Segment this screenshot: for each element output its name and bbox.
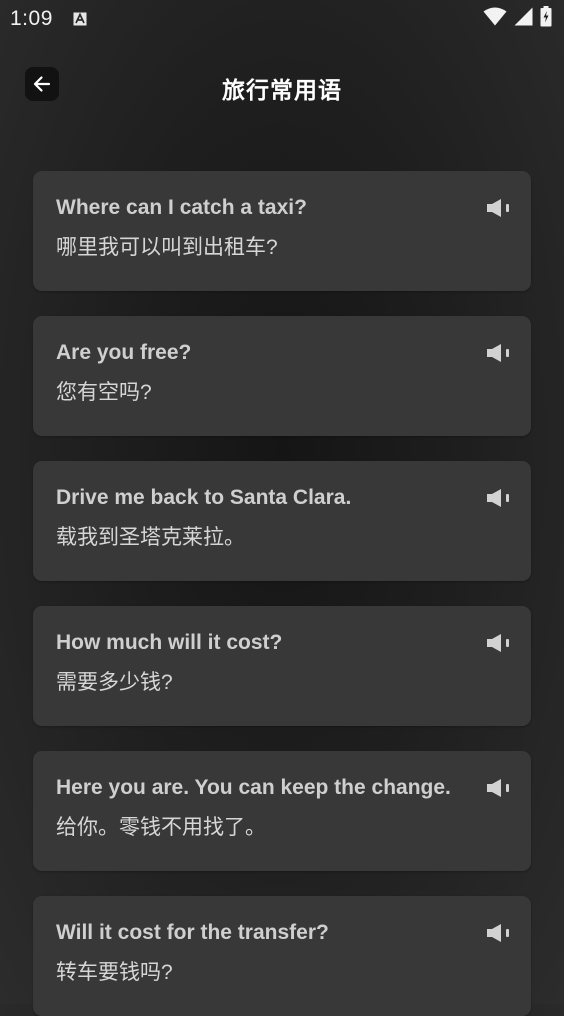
play-audio-button[interactable]: [485, 777, 513, 799]
play-audio-button[interactable]: [485, 632, 513, 654]
phrase-card[interactable]: How much will it cost? 需要多少钱?: [33, 606, 531, 726]
phrase-chinese: 需要多少钱?: [56, 671, 173, 694]
phrase-english: Will it cost for the transfer?: [56, 921, 329, 944]
phrase-card[interactable]: Here you are. You can keep the change. 给…: [33, 751, 531, 871]
notification-a-icon: [73, 12, 87, 26]
wifi-icon: [483, 7, 507, 31]
battery-icon: [540, 6, 552, 32]
phrase-english: Here you are. You can keep the change.: [56, 776, 451, 799]
speaker-icon: [487, 344, 509, 362]
phrase-english: How much will it cost?: [56, 631, 283, 654]
phrase-chinese: 载我到圣塔克莱拉。: [56, 526, 245, 549]
page-title: 旅行常用语: [222, 77, 342, 103]
phrase-english: Where can I catch a taxi?: [56, 196, 307, 219]
signal-icon: [514, 7, 533, 31]
status-time: 1:09: [10, 7, 53, 30]
phrase-card[interactable]: Will it cost for the transfer? 转车要钱吗?: [33, 896, 531, 1016]
phrase-chinese: 给你。零钱不用找了。: [56, 816, 266, 839]
app-header: 旅行常用语: [0, 62, 564, 108]
phrase-chinese: 哪里我可以叫到出租车?: [56, 236, 278, 259]
phrase-card[interactable]: Where can I catch a taxi? 哪里我可以叫到出租车?: [33, 171, 531, 291]
play-audio-button[interactable]: [485, 197, 513, 219]
play-audio-button[interactable]: [485, 342, 513, 364]
phrase-card[interactable]: Drive me back to Santa Clara. 载我到圣塔克莱拉。: [33, 461, 531, 581]
phrase-card[interactable]: Are you free? 您有空吗?: [33, 316, 531, 436]
speaker-icon: [487, 634, 509, 652]
speaker-icon: [487, 779, 509, 797]
phrase-english: Drive me back to Santa Clara.: [56, 486, 352, 509]
speaker-icon: [487, 199, 509, 217]
phrase-list: Where can I catch a taxi? 哪里我可以叫到出租车? Ar…: [33, 171, 531, 1016]
speaker-icon: [487, 489, 509, 507]
play-audio-button[interactable]: [485, 922, 513, 944]
status-bar: 1:09: [0, 0, 564, 38]
play-audio-button[interactable]: [485, 487, 513, 509]
phrase-chinese: 转车要钱吗?: [56, 961, 173, 984]
phrase-chinese: 您有空吗?: [56, 381, 152, 404]
speaker-icon: [487, 924, 509, 942]
status-icons: [483, 6, 552, 32]
phrase-english: Are you free?: [56, 341, 192, 364]
